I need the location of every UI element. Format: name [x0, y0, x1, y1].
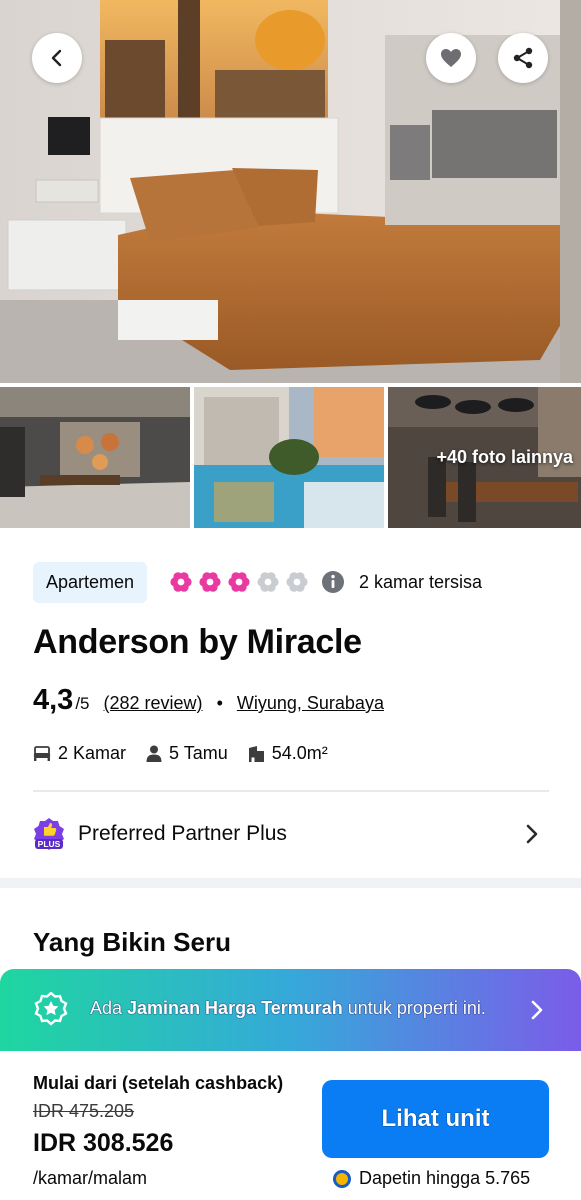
property-type-chip: Apartemen: [33, 562, 148, 603]
thumbnail-lobby[interactable]: [0, 387, 190, 528]
main-photo[interactable]: [0, 0, 581, 383]
thumbnail-dining[interactable]: +40 foto lainnya: [388, 387, 581, 528]
more-photos-label: +40 foto lainnya: [436, 447, 573, 467]
fact-size: 54.0m²: [248, 743, 328, 764]
original-price: IDR 475.205: [33, 1101, 135, 1121]
promo-suffix: untuk properti ini.: [342, 998, 486, 1018]
promo-highlight: Jaminan Harga Termurah: [127, 998, 343, 1018]
fact-rooms: 2 Kamar: [33, 743, 126, 764]
fact-guests-label: 5 Tamu: [169, 743, 228, 763]
chevron-right-icon: [531, 1000, 543, 1020]
cashback-info: Dapetin hingga 5.765: [333, 1168, 530, 1189]
current-price: IDR 308.526: [33, 1129, 174, 1157]
cashback-label: Dapetin hingga 5.765: [359, 1168, 531, 1188]
heart-icon: [441, 49, 461, 67]
svg-text:PLUS: PLUS: [38, 839, 61, 849]
star-rating: [169, 570, 309, 594]
fact-rooms-label: 2 Kamar: [58, 743, 127, 763]
section-separator: [0, 878, 581, 888]
rating-row: 4,3 /5 (282 review) • Wiyung, Surabaya: [33, 684, 384, 724]
share-button[interactable]: [498, 33, 548, 83]
separator-dot: •: [216, 693, 223, 713]
award-icon: [34, 992, 68, 1026]
partner-plus-badge-icon: PLUS: [34, 818, 64, 850]
rooms-left-label: 2 kamar tersisa: [359, 572, 483, 592]
share-icon: [513, 47, 533, 69]
building-icon: [248, 746, 264, 762]
fact-guests: 5 Tamu: [146, 743, 228, 764]
price-unit: /kamar/malam: [33, 1168, 148, 1188]
price-bar: Mulai dari (setelah cashback) IDR 475.20…: [0, 1051, 581, 1200]
property-name: Anderson by Miracle: [33, 623, 362, 661]
divider: [33, 790, 549, 792]
favorite-button[interactable]: [426, 33, 476, 83]
info-icon[interactable]: [321, 570, 345, 594]
review-count-link[interactable]: (282 review): [104, 693, 203, 714]
view-unit-button[interactable]: Lihat unit: [322, 1080, 549, 1158]
section-title: Yang Bikin Seru: [33, 927, 231, 957]
back-button[interactable]: [32, 33, 82, 83]
location-link[interactable]: Wiyung, Surabaya: [237, 693, 384, 714]
property-facts: 2 Kamar 5 Tamu 54.0m²: [33, 743, 348, 764]
pool-photo: [194, 387, 384, 528]
star-filled-icon: [199, 572, 221, 592]
rating-value: 4,3: [33, 684, 74, 716]
lobby-photo: [0, 387, 190, 528]
preferred-partner-row[interactable]: PLUS Preferred Partner Plus: [33, 815, 549, 853]
star-filled-icon: [228, 572, 250, 592]
star-empty-icon: [257, 572, 279, 592]
price-label: Mulai dari (setelah cashback): [33, 1073, 284, 1093]
star-empty-icon: [286, 572, 308, 592]
bed-icon: [33, 745, 51, 761]
chevron-right-icon: [526, 824, 538, 844]
person-icon: [146, 745, 162, 762]
star-filled-icon: [170, 572, 192, 592]
rating-max: /5: [75, 694, 90, 713]
preferred-partner-label: Preferred Partner Plus: [78, 822, 287, 845]
promo-text: Ada Jaminan Harga Termurah untuk propert…: [90, 998, 486, 1019]
promo-prefix: Ada: [90, 998, 128, 1018]
bedroom-photo: [0, 0, 581, 383]
fact-size-label: 54.0m²: [271, 743, 328, 763]
coin-icon: [333, 1169, 351, 1188]
chevron-left-icon: [51, 49, 62, 67]
photo-thumbnails: +40 foto lainnya: [0, 387, 581, 528]
thumbnail-pool[interactable]: [194, 387, 384, 528]
price-guarantee-banner[interactable]: Ada Jaminan Harga Termurah untuk propert…: [0, 969, 581, 1051]
